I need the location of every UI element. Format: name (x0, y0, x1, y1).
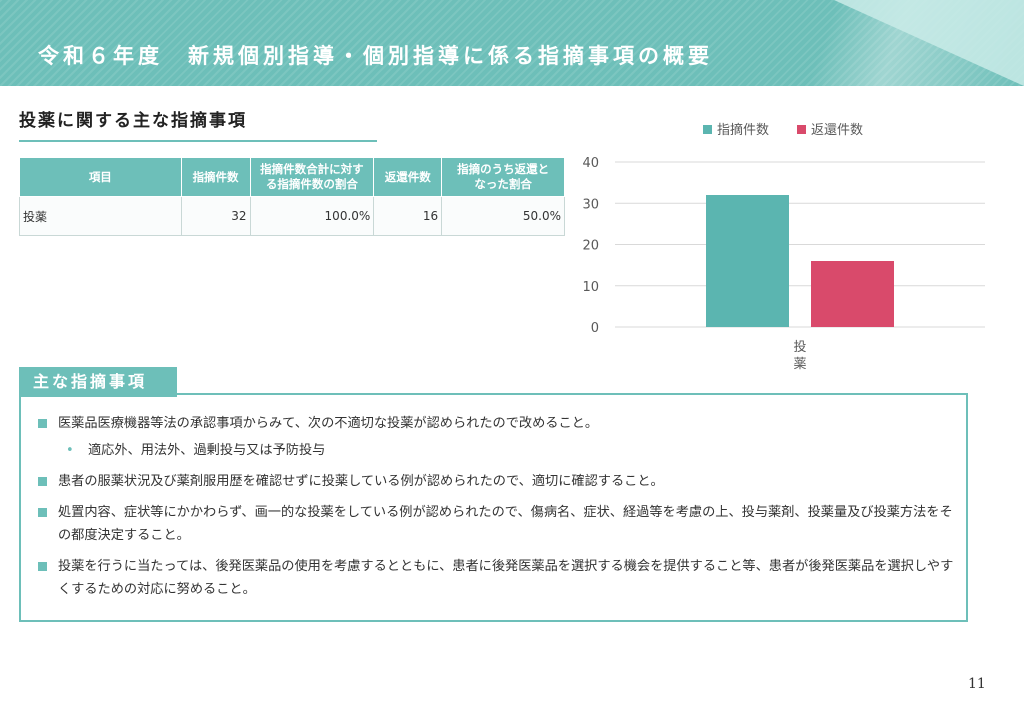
finding-item: 投薬を行うに当たっては、後発医薬品の使用を考慮するとともに、患者に後発医薬品を選… (36, 555, 958, 601)
col-header-returned: 返還件数 (373, 157, 443, 197)
legend-swatch (797, 125, 806, 134)
y-tick-label: 40 (582, 156, 599, 171)
x-category-label: 薬 (793, 357, 806, 372)
summary-table: 項目 指摘件数 指摘件数合計に対す る指摘件数の割合 返還件数 指摘のうち返還とな… (19, 157, 565, 236)
section-underline (19, 140, 377, 142)
col-header-ratio: 指摘件数合計に対す る指摘件数の割合 (249, 157, 375, 197)
finding-subitem: 適応外、用法外、過剰投与又は予防投与 (36, 439, 958, 462)
cell-count: 32 (180, 196, 251, 236)
legend-swatch (703, 125, 712, 134)
bar-returned (811, 261, 894, 327)
y-tick-label: 20 (582, 239, 599, 254)
findings-list: 医薬品医療機器等法の承認事項からみて、次の不適切な投薬が認められたので改めること… (36, 412, 958, 601)
section-title: 投薬に関する主な指摘事項 (19, 111, 247, 131)
header-banner: 令和６年度 新規個別指導・個別指導に係る指摘事項の概要 (0, 0, 1024, 86)
cell-item: 投薬 (19, 196, 182, 236)
finding-item: 医薬品医療機器等法の承認事項からみて、次の不適切な投薬が認められたので改めること… (36, 412, 958, 435)
table-header-row: 項目 指摘件数 指摘件数合計に対す る指摘件数の割合 返還件数 指摘のうち返還とな… (19, 157, 565, 197)
header-corner (834, 0, 1024, 86)
finding-item: 患者の服薬状況及び薬剤服用歴を確認せずに投薬している例が認められたので、適切に確… (36, 470, 958, 493)
table-row: 投薬 32 100.0% 16 50.0% (19, 196, 565, 236)
bar-chart: 指摘件数 返還件数 0 10 20 30 40 投薬 (582, 122, 985, 372)
cell-ratio: 100.0% (249, 196, 375, 236)
chart-legend: 指摘件数 返還件数 (703, 122, 863, 138)
cell-returned-ratio: 50.0% (441, 196, 565, 236)
chart-bars (706, 195, 894, 327)
y-tick-label: 0 (591, 321, 599, 336)
col-header-returned-ratio: 指摘のうち返還と なった割合 (441, 157, 565, 197)
y-tick-label: 30 (582, 197, 599, 212)
chart-x-labels: 投薬 (793, 339, 806, 372)
cell-returned: 16 (373, 196, 443, 236)
x-category-label: 投 (793, 339, 806, 355)
y-tick-label: 10 (582, 280, 599, 295)
col-header-item: 項目 (19, 157, 182, 197)
bar-indicated (706, 195, 789, 327)
finding-item: 処置内容、症状等にかかわらず、画一的な投薬をしている例が認められたので、傷病名、… (36, 501, 958, 547)
legend-label: 返還件数 (811, 123, 863, 138)
legend-label: 指摘件数 (717, 122, 769, 138)
page-title: 令和６年度 新規個別指導・個別指導に係る指摘事項の概要 (38, 44, 713, 68)
page-number: 11 (968, 676, 986, 692)
col-header-count: 指摘件数 (180, 157, 251, 197)
